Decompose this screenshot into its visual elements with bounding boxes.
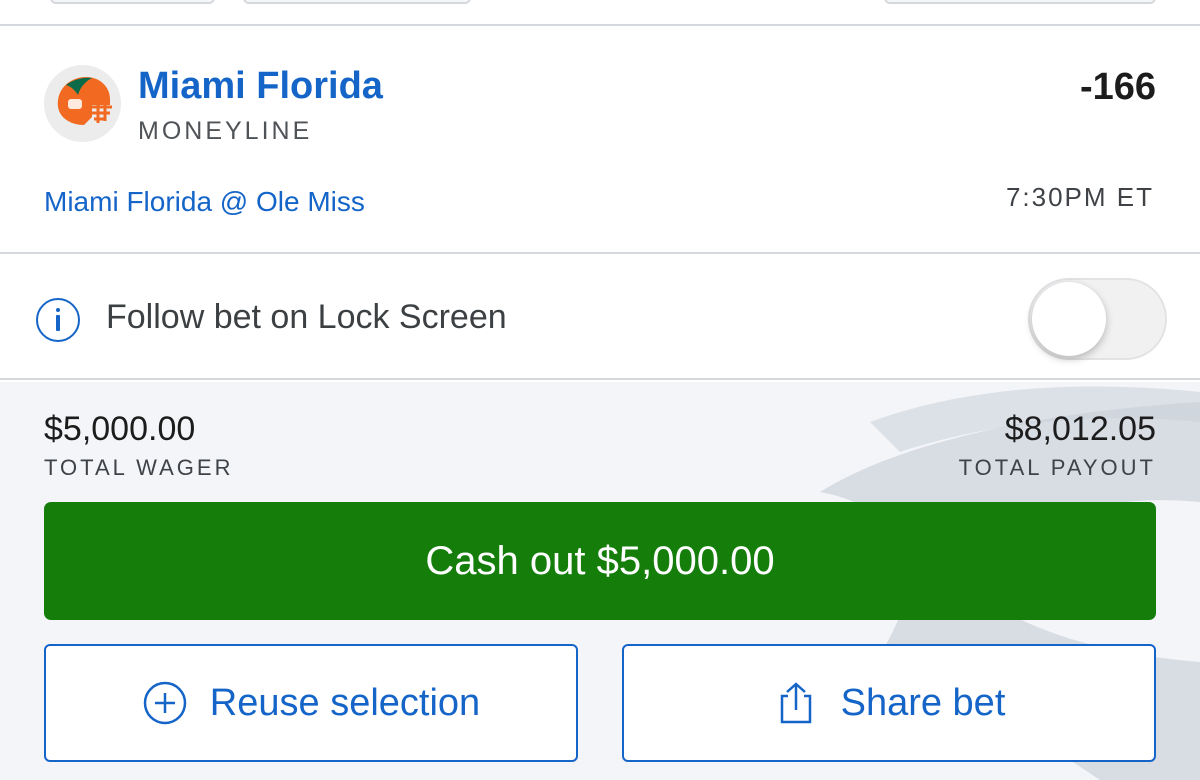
- total-payout-amount: $8,012.05: [1004, 410, 1156, 448]
- previous-card-button[interactable]: [243, 0, 471, 4]
- cash-out-button[interactable]: Cash out $5,000.00: [44, 502, 1156, 620]
- team-name[interactable]: Miami Florida: [138, 65, 383, 108]
- reuse-selection-button[interactable]: Reuse selection: [44, 644, 578, 762]
- toggle-knob: [1032, 282, 1106, 356]
- share-icon: [773, 680, 819, 726]
- plus-circle-icon: [142, 680, 188, 726]
- market-type: MONEYLINE: [138, 117, 313, 145]
- football-helmet-icon: [44, 65, 121, 142]
- matchup-link[interactable]: Miami Florida @ Ole Miss: [44, 186, 365, 218]
- bet-selection-card: Miami Florida MONEYLINE -166 Miami Flori…: [0, 28, 1200, 254]
- total-payout-label: TOTAL PAYOUT: [958, 455, 1156, 480]
- info-icon[interactable]: [36, 298, 80, 342]
- share-bet-label: Share bet: [840, 681, 1006, 724]
- share-bet-button[interactable]: Share bet: [622, 644, 1156, 762]
- cash-out-label: Cash out $5,000.00: [425, 538, 775, 583]
- reuse-selection-label: Reuse selection: [209, 681, 481, 724]
- total-wager-amount: $5,000.00: [44, 410, 196, 448]
- previous-card-button[interactable]: [884, 0, 1156, 4]
- previous-card-edge: [0, 0, 1200, 26]
- game-time: 7:30PM ET: [1005, 182, 1154, 212]
- odds-value: -166: [1079, 66, 1156, 108]
- previous-card-button[interactable]: [50, 0, 215, 4]
- total-wager-label: TOTAL WAGER: [44, 455, 234, 480]
- follow-bet-toggle[interactable]: [1028, 278, 1167, 360]
- follow-bet-label: Follow bet on Lock Screen: [106, 298, 507, 336]
